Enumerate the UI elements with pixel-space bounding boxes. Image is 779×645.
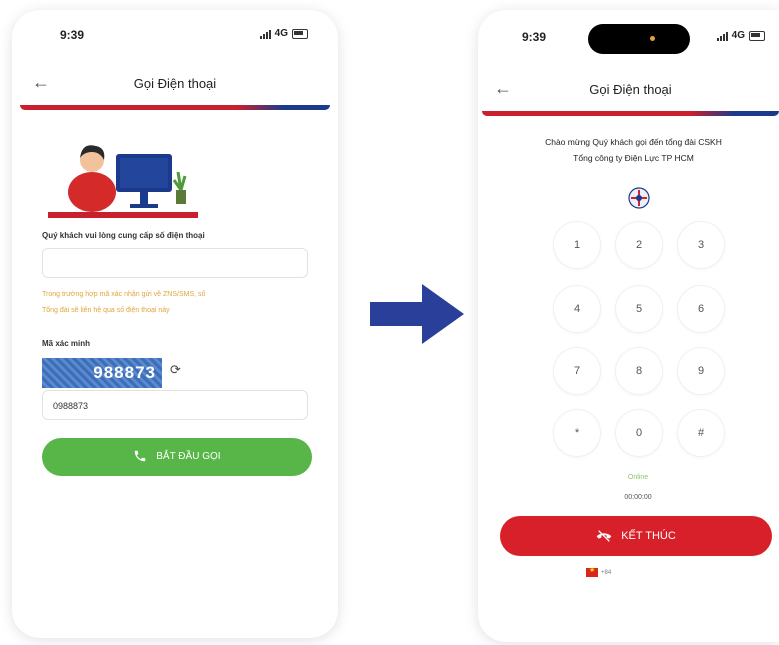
key-1[interactable]: 1 xyxy=(554,222,600,268)
key-star[interactable]: * xyxy=(554,410,600,456)
phone-icon xyxy=(135,451,146,462)
refresh-icon[interactable]: ⟳ xyxy=(170,362,181,378)
status-bar: 9:39 4G xyxy=(12,20,338,46)
status-time: 9:39 xyxy=(60,28,85,42)
captcha-label: Mã xác minh xyxy=(42,339,91,348)
phone-screen-dialer: 9:39 4G ← Gọi Điện thoại Chào mừng Quý k… xyxy=(478,10,779,642)
signal-icon xyxy=(259,29,271,39)
key-9[interactable]: 9 xyxy=(678,348,724,394)
welcome-line-1: Chào mừng Quý khách gọi đến tổng đài CSK… xyxy=(545,137,722,147)
key-6[interactable]: 6 xyxy=(678,286,724,332)
key-hash[interactable]: # xyxy=(678,410,724,456)
country-code: +84 xyxy=(601,569,612,576)
key-2[interactable]: 2 xyxy=(616,222,662,268)
app-header: ← Gọi Điện thoại xyxy=(20,66,330,110)
captcha-input[interactable]: 0988873 xyxy=(42,390,308,420)
start-call-button[interactable]: BẮT ĐẦU GỌI xyxy=(42,438,312,476)
phone-label: Quý khách vui lòng cung cấp số điện thoạ… xyxy=(42,231,205,240)
call-center-illustration xyxy=(48,145,198,218)
welcome-message: Chào mừng Quý khách gọi đến tổng đài CSK… xyxy=(488,134,779,166)
status-time: 9:39 xyxy=(522,30,547,44)
phone-input[interactable] xyxy=(42,248,308,278)
captcha-image: 988873 xyxy=(42,358,162,388)
evn-logo-icon xyxy=(628,187,650,209)
key-0[interactable]: 0 xyxy=(616,410,662,456)
status-bar: 9:39 4G xyxy=(478,10,779,44)
start-call-label: BẮT ĐẦU GỌI xyxy=(156,451,221,462)
battery-icon xyxy=(749,30,765,41)
hint-text-1: Trong trường hợp mã xác nhận gửi về ZNS/… xyxy=(42,291,206,298)
end-call-button[interactable]: KẾT THÚC xyxy=(500,516,772,556)
app-header: ← Gọi Điện thoại xyxy=(482,72,779,116)
status-icons: 4G xyxy=(716,30,765,41)
call-state: Online xyxy=(627,474,649,481)
key-7[interactable]: 7 xyxy=(554,348,600,394)
battery-icon xyxy=(292,28,308,39)
phone-hangup-icon xyxy=(596,530,612,542)
key-4[interactable]: 4 xyxy=(554,286,600,332)
vietnam-flag-icon xyxy=(586,566,598,577)
call-timer: 00:00:00 xyxy=(624,494,652,501)
page-title: Gọi Điện thoại xyxy=(133,76,217,91)
header-stripe xyxy=(20,105,330,110)
welcome-line-2: Tổng công ty Điện Lực TP HCM xyxy=(573,153,694,163)
header-stripe xyxy=(482,111,779,116)
end-call-label: KẾT THÚC xyxy=(621,530,676,542)
key-8[interactable]: 8 xyxy=(616,348,662,394)
network-label: 4G xyxy=(731,30,745,41)
page-title: Gọi Điện thoại xyxy=(589,82,672,97)
key-3[interactable]: 3 xyxy=(678,222,724,268)
arrow-right-icon xyxy=(370,284,464,344)
signal-icon xyxy=(716,31,728,41)
country-selector[interactable]: +84 xyxy=(586,566,612,577)
key-5[interactable]: 5 xyxy=(616,286,662,332)
hint-text-2: Tổng đài sẽ liên hệ qua số điện thoại nà… xyxy=(42,307,170,314)
network-label: 4G xyxy=(274,28,288,39)
status-icons: 4G xyxy=(259,28,308,39)
phone-screen-input: 9:39 4G ← Gọi Điện thoại Quý khách vui l… xyxy=(12,10,338,638)
